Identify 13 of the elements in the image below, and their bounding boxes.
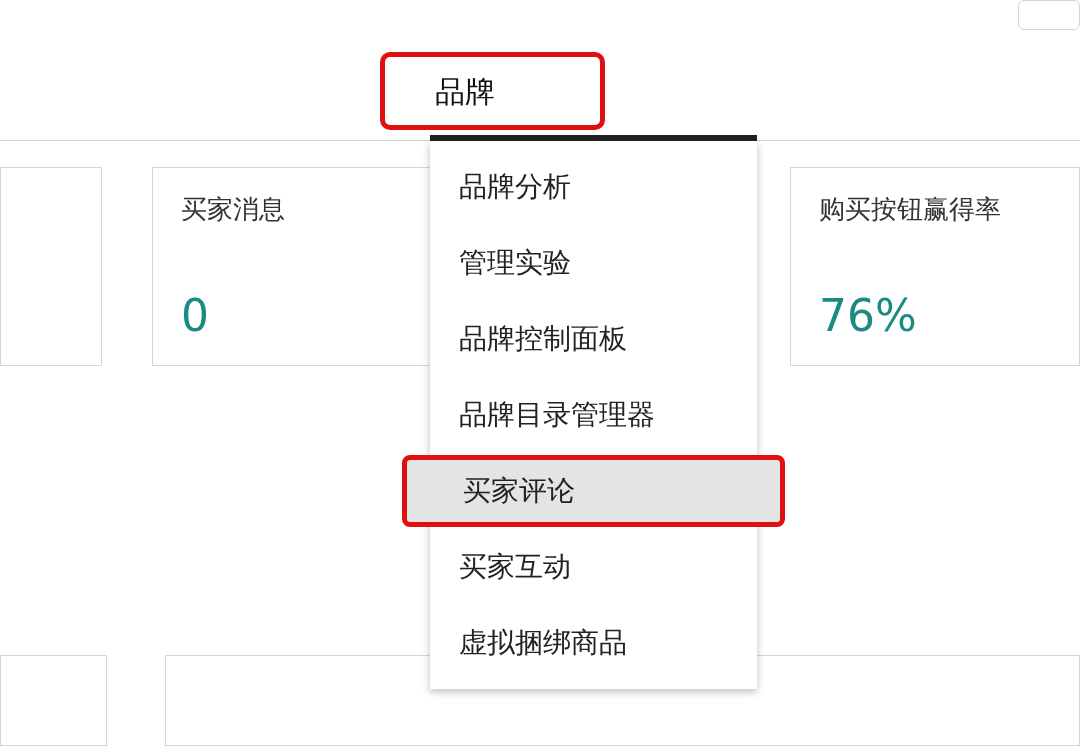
menu-item[interactable]: 管理实验 [430,227,757,299]
menu-item[interactable]: 虚拟捆绑商品 [430,607,757,679]
input-field[interactable] [1018,0,1080,30]
nav-tab[interactable]: 品牌 [380,52,605,130]
card-title: 购买按钮赢得率 [819,193,1001,226]
menu-item[interactable]: 买家互动 [430,531,757,603]
metric-value: 76% [819,289,917,343]
menu-item[interactable]: 买家评论 [402,455,785,527]
menu-item[interactable]: 品牌目录管理器 [430,379,757,451]
menu-item[interactable]: 品牌分析 [430,151,757,223]
card-title: 买家消息 [181,193,285,226]
menu-item[interactable]: 品牌控制面板 [430,303,757,375]
metric-value: 0 [181,289,209,343]
